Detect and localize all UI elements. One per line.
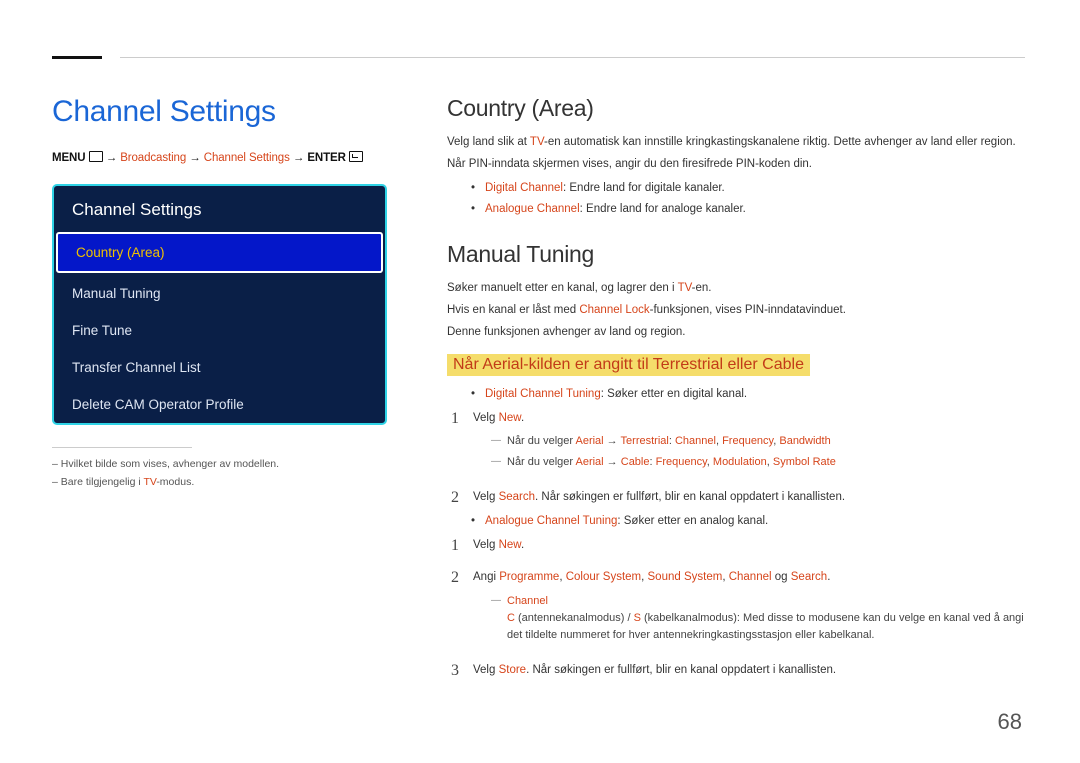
note-line-1: – Hvilket bilde som vises, avhenger av m… <box>52 458 387 470</box>
note-line-2: – Bare tilgjengelig i TV-modus. <box>52 476 387 488</box>
arrow-2: → <box>189 152 204 164</box>
menu-item-transfer-channel-list[interactable]: Transfer Channel List <box>54 349 385 386</box>
menu-item-country-area[interactable]: Country (Area) <box>56 232 383 273</box>
page-content: Channel Settings MENU → Broadcasting → C… <box>52 95 1025 686</box>
heading-country-area: Country (Area) <box>447 95 1025 122</box>
left-column: Channel Settings MENU → Broadcasting → C… <box>52 95 387 686</box>
step-a3-text: Velg Store. Når søkingen er fullført, bl… <box>473 662 1025 680</box>
menu-item-manual-tuning[interactable]: Manual Tuning <box>54 275 385 312</box>
subheading-aerial: Når Aerial-kilden er angitt til Terrestr… <box>447 354 810 376</box>
sub-bullet-1-wrap: Digital Channel Tuning: Søker etter en d… <box>471 386 1025 404</box>
page-number: 68 <box>998 709 1022 735</box>
analogue-steps: 1 Velg New. 2 Angi Programme, Colour Sys… <box>451 537 1025 680</box>
step-a2-num: 2 <box>451 569 473 648</box>
enter-icon <box>349 151 363 162</box>
dash-channel: Channel C (antennekanalmodus) / S (kabel… <box>491 593 1025 644</box>
step-d1-num: 1 <box>451 410 473 476</box>
right-column: Country (Area) Velg land slik at TV-en a… <box>447 95 1025 686</box>
country-para-1: Velg land slik at TV-en automatisk kan i… <box>447 134 1025 152</box>
menu-item-fine-tune[interactable]: Fine Tune <box>54 312 385 349</box>
path-menu-label: MENU <box>52 152 85 164</box>
step-a2-text: Angi Programme, Colour System, Sound Sys… <box>473 569 1025 648</box>
step-d2-text: Velg Search. Når søkingen er fullført, b… <box>473 489 1025 507</box>
dash-cable: Når du velger Aerial → Cable: Frequency,… <box>491 454 1025 471</box>
menu-item-delete-cam[interactable]: Delete CAM Operator Profile <box>54 386 385 423</box>
bullet-digital-channel: Digital Channel: Endre land for digitale… <box>471 180 1025 198</box>
path-channel-settings: Channel Settings <box>204 152 290 164</box>
step-a3-num: 3 <box>451 662 473 680</box>
heading-manual-tuning: Manual Tuning <box>447 241 1025 268</box>
path-enter-label: ENTER <box>307 152 345 164</box>
bullet-digital-tuning: Digital Channel Tuning: Søker etter en d… <box>471 386 1025 404</box>
sub-bullet-2-wrap: Analogue Channel Tuning: Søker etter en … <box>471 513 1025 531</box>
arrow-3: → <box>293 152 308 164</box>
menu-icon <box>89 151 103 162</box>
manual-para-1: Søker manuelt etter en kanal, og lagrer … <box>447 280 1025 298</box>
digital-steps: 1 Velg New. Når du velger Aerial → Terre… <box>451 410 1025 508</box>
step-d1-text: Velg New. Når du velger Aerial → Terrest… <box>473 410 1025 476</box>
step-a1-num: 1 <box>451 537 473 555</box>
header-rule-short <box>52 56 102 59</box>
bullet-analogue-channel: Analogue Channel: Endre land for analoge… <box>471 201 1025 219</box>
step-d2-num: 2 <box>451 489 473 507</box>
menu-panel: Channel Settings Country (Area) Manual T… <box>52 184 387 425</box>
header-rule-long <box>120 57 1025 58</box>
menu-panel-title: Channel Settings <box>54 186 385 230</box>
page-title: Channel Settings <box>52 95 387 129</box>
country-para-2: Når PIN-inndata skjermen vises, angir du… <box>447 156 1025 174</box>
step-a2-dashes: Channel C (antennekanalmodus) / S (kabel… <box>491 593 1025 644</box>
step-d1-dashes: Når du velger Aerial → Terrestrial: Chan… <box>491 433 1025 471</box>
path-broadcasting: Broadcasting <box>120 152 186 164</box>
menu-path: MENU → Broadcasting → Channel Settings →… <box>52 151 387 164</box>
notes-separator <box>52 447 192 448</box>
country-bullets: Digital Channel: Endre land for digitale… <box>471 180 1025 220</box>
arrow-1: → <box>106 152 121 164</box>
manual-para-2: Hvis en kanal er låst med Channel Lock-f… <box>447 302 1025 320</box>
dash-terrestrial: Når du velger Aerial → Terrestrial: Chan… <box>491 433 1025 450</box>
step-a1-text: Velg New. <box>473 537 1025 555</box>
bullet-analogue-tuning: Analogue Channel Tuning: Søker etter en … <box>471 513 1025 531</box>
manual-para-3: Denne funksjonen avhenger av land og reg… <box>447 324 1025 342</box>
